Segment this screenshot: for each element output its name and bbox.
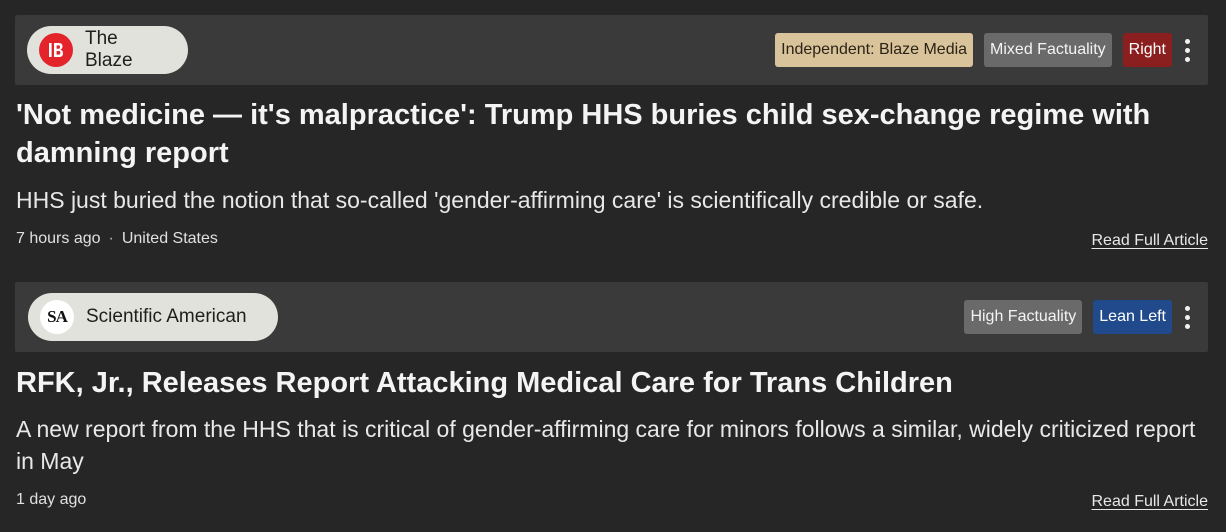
meta-separator: ·: [108, 230, 114, 247]
article-headline[interactable]: RFK, Jr., Releases Report Attacking Medi…: [16, 364, 1196, 402]
more-options-icon[interactable]: [1180, 300, 1194, 334]
article-time: 7 hours ago: [16, 230, 101, 247]
scientific-american-logo-icon: SA: [40, 300, 74, 334]
article-meta: 7 hours ago · United States: [16, 230, 218, 248]
article-meta: 1 day ago: [16, 491, 86, 509]
read-full-article-link[interactable]: Read Full Article: [1092, 493, 1209, 511]
article-summary: HHS just buried the notion that so-calle…: [16, 187, 984, 213]
news-feed: The Blaze Independent: Blaze Media Mixed…: [0, 0, 1226, 532]
article-card: SA Scientific American High Factuality L…: [0, 270, 1226, 532]
article-summary: A new report from the HHS that is critic…: [16, 416, 1196, 474]
article-time: 1 day ago: [16, 491, 87, 508]
source-chip[interactable]: SA Scientific American: [28, 293, 278, 341]
the-blaze-logo-icon: [39, 33, 73, 67]
article-card: The Blaze Independent: Blaze Media Mixed…: [0, 0, 1226, 262]
article-headline[interactable]: 'Not medicine — it's malpractice': Trump…: [16, 96, 1196, 172]
source-chip[interactable]: The Blaze: [27, 26, 188, 74]
read-full-article-link[interactable]: Read Full Article: [1092, 232, 1209, 250]
more-options-icon[interactable]: [1180, 33, 1194, 67]
source-name: Scientific American: [86, 306, 247, 327]
badge-group: Independent: Blaze Media Mixed Factualit…: [775, 32, 1194, 68]
source-name: The Blaze: [85, 28, 133, 71]
bias-badge[interactable]: Right: [1122, 33, 1172, 67]
article-location: United States: [121, 230, 218, 247]
factuality-badge[interactable]: High Factuality: [964, 300, 1083, 334]
badge-group: High Factuality Lean Left: [964, 299, 1194, 335]
bias-badge[interactable]: Lean Left: [1093, 300, 1172, 334]
factuality-badge[interactable]: Mixed Factuality: [984, 33, 1112, 67]
source-bar: The Blaze Independent: Blaze Media Mixed…: [15, 15, 1208, 85]
ownership-badge[interactable]: Independent: Blaze Media: [775, 33, 974, 67]
source-bar: SA Scientific American High Factuality L…: [15, 282, 1208, 352]
